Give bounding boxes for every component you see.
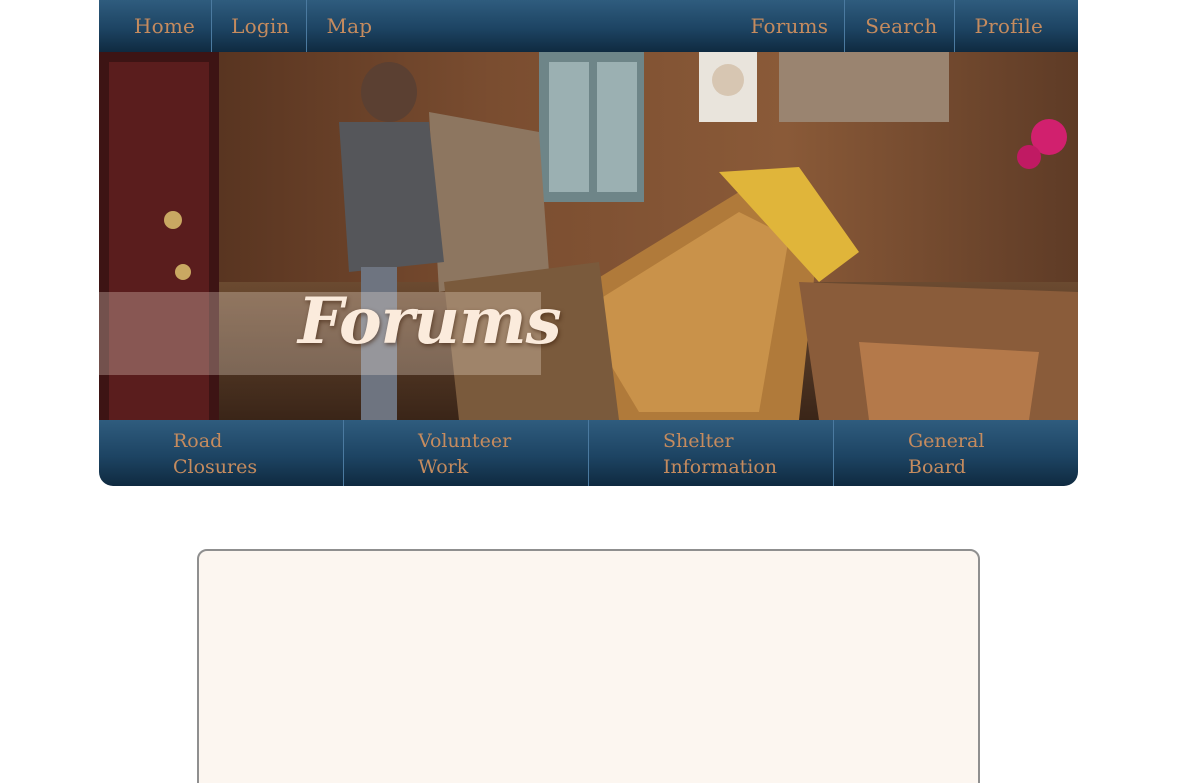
nav-login-link[interactable]: Login: [212, 0, 307, 52]
category-label-line2: Closures: [173, 456, 258, 478]
category-label-line1: General: [908, 430, 985, 452]
category-general-board[interactable]: General Board: [833, 420, 1078, 486]
top-navigation: Home Login Map Forums Search Profile: [99, 0, 1078, 52]
category-road-closures[interactable]: Road Closures: [99, 420, 343, 486]
category-label-line1: Volunteer: [418, 430, 512, 452]
category-label-line2: Work: [418, 456, 469, 478]
hero-title: Forums: [298, 284, 562, 359]
hero-banner: Forums: [99, 52, 1078, 420]
category-shelter-information[interactable]: Shelter Information: [588, 420, 833, 486]
nav-profile-link[interactable]: Profile: [953, 0, 1079, 52]
page: Home Login Map Forums Search Profile For…: [0, 0, 1177, 783]
category-volunteer-work[interactable]: Volunteer Work: [343, 420, 588, 486]
top-nav-left: Home Login Map: [99, 0, 392, 52]
header-container: Home Login Map Forums Search Profile For…: [99, 0, 1078, 486]
category-label-line1: Shelter: [663, 430, 734, 452]
category-label-line2: Information: [663, 456, 778, 478]
forum-categories-nav: Road Closures Volunteer Work Shelter Inf…: [99, 420, 1078, 486]
nav-map-link[interactable]: Map: [307, 0, 393, 52]
nav-home-link[interactable]: Home: [99, 0, 213, 52]
top-nav-right: Forums Search Profile: [730, 0, 1078, 52]
category-label-line1: Road: [173, 430, 223, 452]
forum-content-panel: [197, 549, 980, 783]
nav-search-link[interactable]: Search: [844, 0, 953, 52]
category-label-line2: Board: [908, 456, 966, 478]
nav-forums-link[interactable]: Forums: [730, 0, 844, 52]
